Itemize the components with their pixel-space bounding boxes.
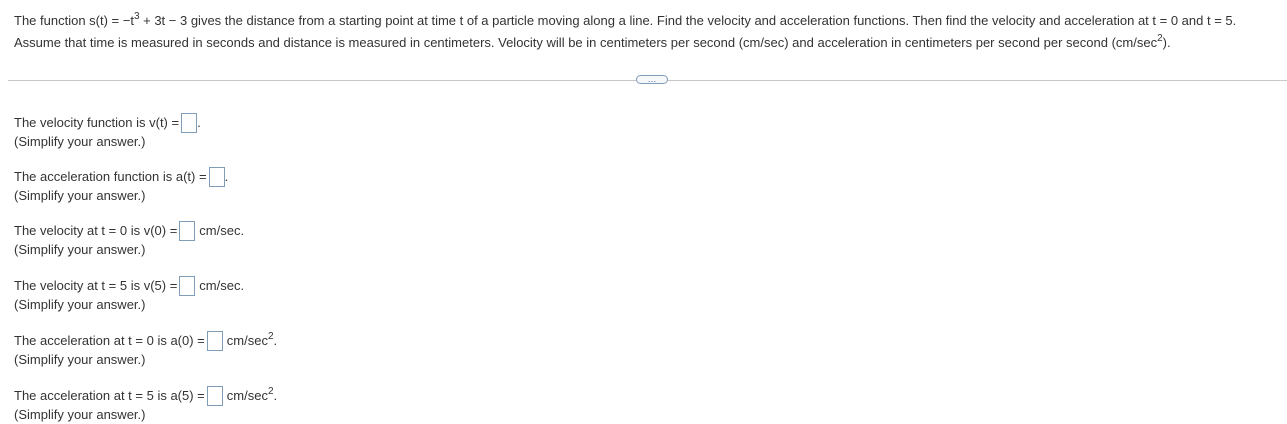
unit-label: cm/sec2. — [226, 385, 278, 405]
unit-exponent: 2 — [267, 385, 274, 397]
unit-text: cm/sec — [226, 388, 268, 403]
answer-input-acceleration-function[interactable] — [208, 167, 225, 187]
problem-statement: The function s(t) = −t3 + 3t − 3 gives t… — [14, 10, 1287, 54]
question-line: The velocity function is v(t) = . — [14, 112, 201, 134]
unit-label: cm/sec2. — [226, 330, 278, 350]
unit-label: cm/sec. — [199, 278, 245, 293]
question-prompt: The acceleration function is a(t) = — [14, 169, 207, 184]
question-period: . — [273, 333, 278, 348]
answer-input-velocity-at-5[interactable] — [179, 276, 196, 296]
question-period: . — [273, 388, 278, 403]
question-velocity-function: The velocity function is v(t) = . (Simpl… — [14, 112, 201, 151]
answer-input-velocity-at-0[interactable] — [179, 221, 196, 241]
question-prompt: The velocity function is v(t) = — [14, 115, 180, 130]
problem-text: Assume that time is measured in seconds … — [14, 35, 1158, 50]
simplify-hint: (Simplify your answer.) — [14, 134, 146, 149]
exponent: 2 — [1157, 32, 1163, 44]
question-line: The acceleration function is a(t) = . — [14, 166, 228, 188]
question-acceleration-at-0: The acceleration at t = 0 is a(0) = cm/s… — [14, 330, 277, 369]
question-prompt: The acceleration at t = 0 is a(0) = — [14, 333, 205, 348]
answer-input-acceleration-at-5[interactable] — [206, 386, 223, 406]
question-velocity-at-5: The velocity at t = 5 is v(5) = cm/sec. … — [14, 275, 244, 314]
question-prompt: The acceleration at t = 5 is a(5) = — [14, 388, 205, 403]
problem-text: ). — [1162, 35, 1171, 50]
simplify-hint: (Simplify your answer.) — [14, 188, 146, 203]
question-acceleration-function: The acceleration function is a(t) = . (S… — [14, 166, 228, 205]
question-acceleration-at-5: The acceleration at t = 5 is a(5) = cm/s… — [14, 385, 277, 424]
unit-label: cm/sec. — [199, 223, 245, 238]
question-line: The velocity at t = 5 is v(5) = cm/sec. — [14, 275, 244, 297]
unit-exponent: 2 — [267, 330, 274, 342]
question-line: The acceleration at t = 0 is a(0) = cm/s… — [14, 330, 277, 352]
simplify-hint: (Simplify your answer.) — [14, 352, 146, 367]
unit-text: cm/sec — [226, 333, 268, 348]
problem-line-1: The function s(t) = −t3 + 3t − 3 gives t… — [14, 10, 1287, 32]
question-line: The acceleration at t = 5 is a(5) = cm/s… — [14, 385, 277, 407]
problem-text: + 3t − 3 gives the distance from a start… — [139, 13, 1237, 28]
question-prompt: The velocity at t = 5 is v(5) = — [14, 278, 178, 293]
answer-input-acceleration-at-0[interactable] — [206, 331, 223, 351]
simplify-hint: (Simplify your answer.) — [14, 297, 146, 312]
exponent: 3 — [133, 10, 140, 22]
show-more-button[interactable]: … — [636, 75, 668, 84]
answer-input-velocity-function[interactable] — [181, 113, 198, 133]
question-period: . — [224, 169, 229, 184]
problem-line-2: Assume that time is measured in seconds … — [14, 32, 1287, 54]
question-period: . — [197, 115, 201, 130]
question-line: The velocity at t = 0 is v(0) = cm/sec. — [14, 220, 244, 242]
question-prompt: The velocity at t = 0 is v(0) = — [14, 223, 178, 238]
simplify-hint: (Simplify your answer.) — [14, 242, 146, 257]
simplify-hint: (Simplify your answer.) — [14, 407, 146, 422]
problem-text: The function s(t) = −t — [14, 13, 134, 28]
question-velocity-at-0: The velocity at t = 0 is v(0) = cm/sec. … — [14, 220, 244, 259]
